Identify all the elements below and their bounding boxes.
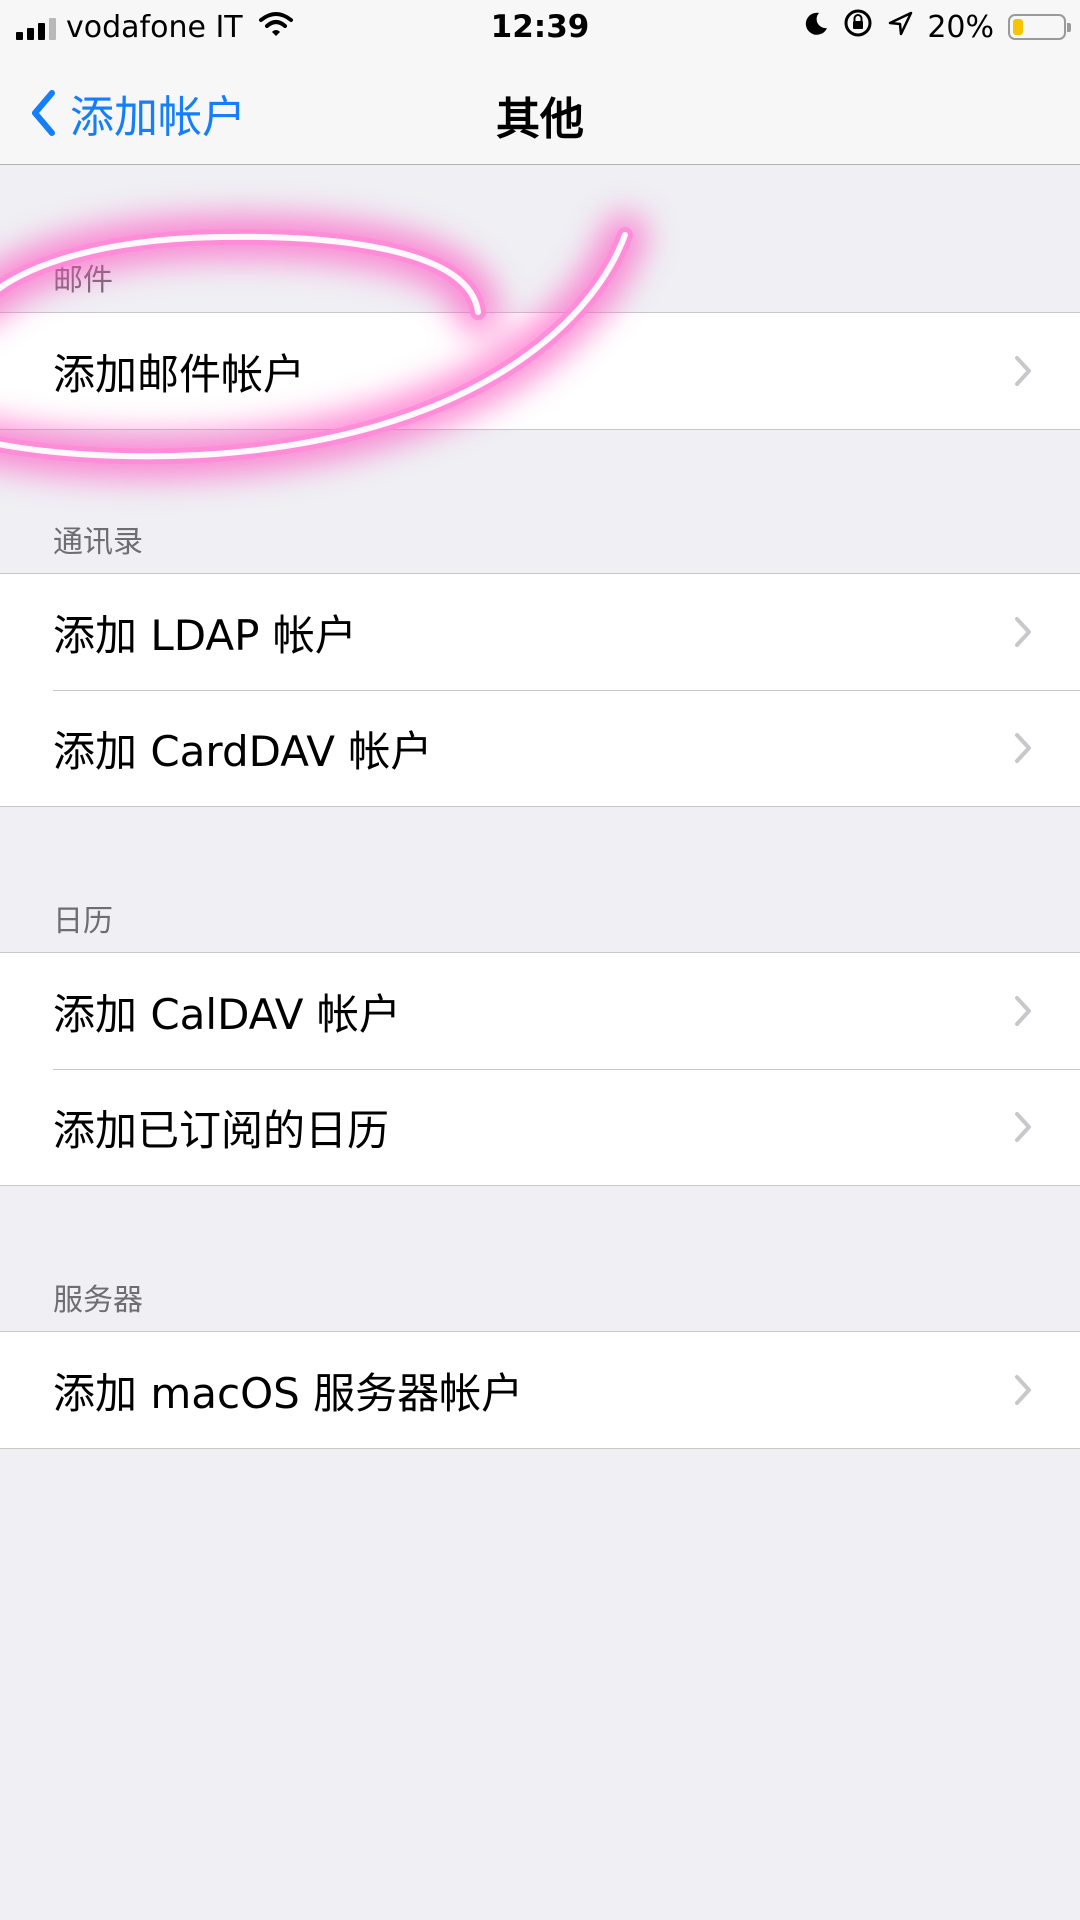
battery-tip — [1067, 23, 1071, 32]
location-icon — [887, 10, 913, 45]
section-header-calendar: 日历 — [53, 904, 113, 939]
list-item-add-caldav-account[interactable]: 添加 CalDAV 帐户 — [0, 953, 1080, 1069]
page-title: 其他 — [496, 94, 584, 145]
section-group-mail: 添加邮件帐户 — [0, 312, 1080, 430]
section-header-mail: 邮件 — [53, 263, 113, 298]
list-item-label: 添加 CardDAV 帐户 — [53, 726, 433, 776]
section-header-contacts: 通讯录 — [53, 525, 143, 560]
list-item-label: 添加 CalDAV 帐户 — [53, 989, 401, 1039]
battery-percent: 20% — [927, 9, 994, 45]
section-group-calendar: 添加 CalDAV 帐户 添加已订阅的日历 — [0, 952, 1080, 1186]
battery-fill — [1013, 19, 1023, 35]
moon-icon — [803, 10, 829, 45]
rotation-lock-icon — [843, 8, 873, 46]
chevron-right-icon — [1015, 733, 1031, 763]
battery-icon — [1008, 14, 1071, 40]
section-header-server: 服务器 — [53, 1283, 143, 1318]
nav-bar: 添加帐户 其他 — [0, 55, 1080, 165]
chevron-right-icon — [1015, 356, 1031, 386]
list-item-label: 添加 macOS 服务器帐户 — [53, 1368, 524, 1418]
list-item-add-macos-server-account[interactable]: 添加 macOS 服务器帐户 — [0, 1332, 1080, 1448]
list-item-add-carddav-account[interactable]: 添加 CardDAV 帐户 — [0, 690, 1080, 806]
list-item-add-subscribed-calendar[interactable]: 添加已订阅的日历 — [0, 1069, 1080, 1185]
chevron-right-icon — [1015, 1112, 1031, 1142]
chevron-right-icon — [1015, 1375, 1031, 1405]
status-bar: vodafone IT 12:39 20% — [0, 0, 1080, 55]
status-right: 20% — [803, 8, 1071, 46]
section-group-server: 添加 macOS 服务器帐户 — [0, 1331, 1080, 1449]
list-item-add-mail-account[interactable]: 添加邮件帐户 — [0, 313, 1080, 429]
chevron-right-icon — [1015, 617, 1031, 647]
chevron-right-icon — [1015, 996, 1031, 1026]
list-item-label: 添加已订阅的日历 — [53, 1105, 390, 1155]
list-item-label: 添加 LDAP 帐户 — [53, 610, 357, 660]
list-item-label: 添加邮件帐户 — [53, 349, 306, 399]
list-item-add-ldap-account[interactable]: 添加 LDAP 帐户 — [0, 574, 1080, 690]
section-group-contacts: 添加 LDAP 帐户 添加 CardDAV 帐户 — [0, 573, 1080, 807]
